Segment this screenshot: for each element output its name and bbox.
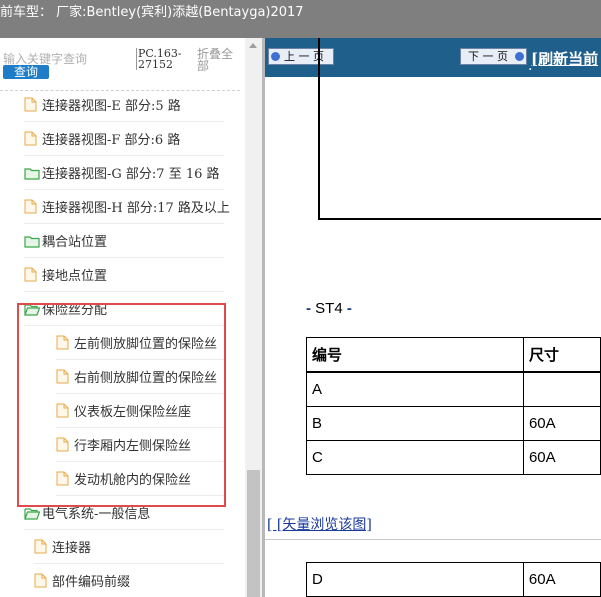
search-area: 输入关键字查询 查询 PC.163-27152 折叠全部	[0, 38, 245, 88]
folder-icon	[24, 233, 40, 248]
fuse-table-continued: D 60A	[306, 562, 601, 597]
cell-number: C	[306, 440, 524, 475]
page-separator	[265, 539, 601, 540]
scroll-up-icon[interactable]	[245, 38, 262, 55]
tree-item[interactable]: 部件编码前缀	[34, 564, 224, 597]
table-row: B 60A	[306, 406, 601, 441]
arrow-left-icon	[271, 52, 280, 61]
fuse-table: 编号 尺寸 A B 60A C 60A	[306, 337, 601, 475]
tree-item[interactable]: 耦合站位置	[24, 224, 224, 258]
cell-size: 60A	[522, 562, 601, 597]
section-label: - ST4 -	[306, 300, 352, 317]
highlight-box	[17, 303, 226, 507]
folder-icon	[24, 165, 40, 180]
file-icon	[24, 131, 40, 146]
column-header-number: 编号	[306, 337, 524, 373]
cell-number: B	[306, 406, 524, 441]
tree-item-label: 部件编码前缀	[52, 575, 131, 590]
vector-view-link[interactable]: [ [矢量浏览该图]	[267, 514, 372, 534]
content-pane: 上 一 页 下 一 页 . [刷新当前 - ST4 - 编号 尺寸 A B 60…	[265, 38, 601, 597]
tree-item[interactable]: 连接器视图-E 部分:5 路	[24, 88, 224, 122]
sidebar: 输入关键字查询 查询 PC.163-27152 折叠全部 连接器视图-E 部分:…	[0, 38, 262, 597]
cell-size	[522, 371, 601, 407]
vehicle-title: 前车型： 厂家:Bentley(宾利)添越(Bentayga)2017	[0, 5, 304, 20]
wiring-diagram-frame	[318, 38, 601, 220]
search-button[interactable]: 查询	[3, 65, 49, 79]
cell-number: D	[306, 562, 524, 597]
sidebar-scrollbar[interactable]	[245, 38, 262, 597]
section-dash-right: -	[346, 300, 352, 317]
title-bar: 前车型： 厂家:Bentley(宾利)添越(Bentayga)2017	[0, 0, 601, 38]
cell-size: 60A	[522, 406, 601, 441]
tree-item-label: 连接器视图-H 部分:17 路及以上	[42, 201, 230, 216]
tree-item-label: 连接器视图-G 部分:7 至 16 路	[42, 167, 220, 182]
table-row: A	[306, 371, 601, 407]
cell-number: A	[306, 371, 524, 407]
tree-item-label: 耦合站位置	[42, 235, 108, 250]
section-dash-left: -	[306, 300, 311, 317]
file-icon	[34, 539, 50, 554]
tree-item-label: 接地点位置	[42, 269, 108, 284]
tree-item[interactable]: 连接器视图-F 部分:6 路	[24, 122, 224, 156]
document-code: PC.163-27152	[136, 48, 190, 70]
file-icon	[34, 573, 50, 588]
table-row: C 60A	[306, 440, 601, 475]
tree-item[interactable]: 连接器	[34, 530, 224, 564]
scroll-thumb[interactable]	[247, 470, 260, 597]
tree-item[interactable]: 连接器视图-G 部分:7 至 16 路	[24, 156, 224, 190]
tree-item-label: 连接器	[52, 541, 92, 556]
tree-item-label: 连接器视图-E 部分:5 路	[42, 99, 181, 114]
column-header-size: 尺寸	[522, 337, 601, 373]
cell-size: 60A	[522, 440, 601, 475]
tree-item[interactable]: 连接器视图-H 部分:17 路及以上	[24, 190, 230, 224]
tree-item-label: 连接器视图-F 部分:6 路	[42, 133, 181, 148]
folder-open-icon	[24, 505, 41, 520]
section-code: ST4	[315, 300, 343, 317]
table-header-row: 编号 尺寸	[306, 337, 601, 373]
file-icon	[24, 199, 40, 214]
file-icon	[24, 97, 40, 112]
file-icon	[24, 267, 40, 282]
tree-item[interactable]: 接地点位置	[24, 258, 224, 292]
table-row: D 60A	[306, 562, 601, 597]
collapse-all-link[interactable]: 折叠全部	[197, 48, 239, 72]
